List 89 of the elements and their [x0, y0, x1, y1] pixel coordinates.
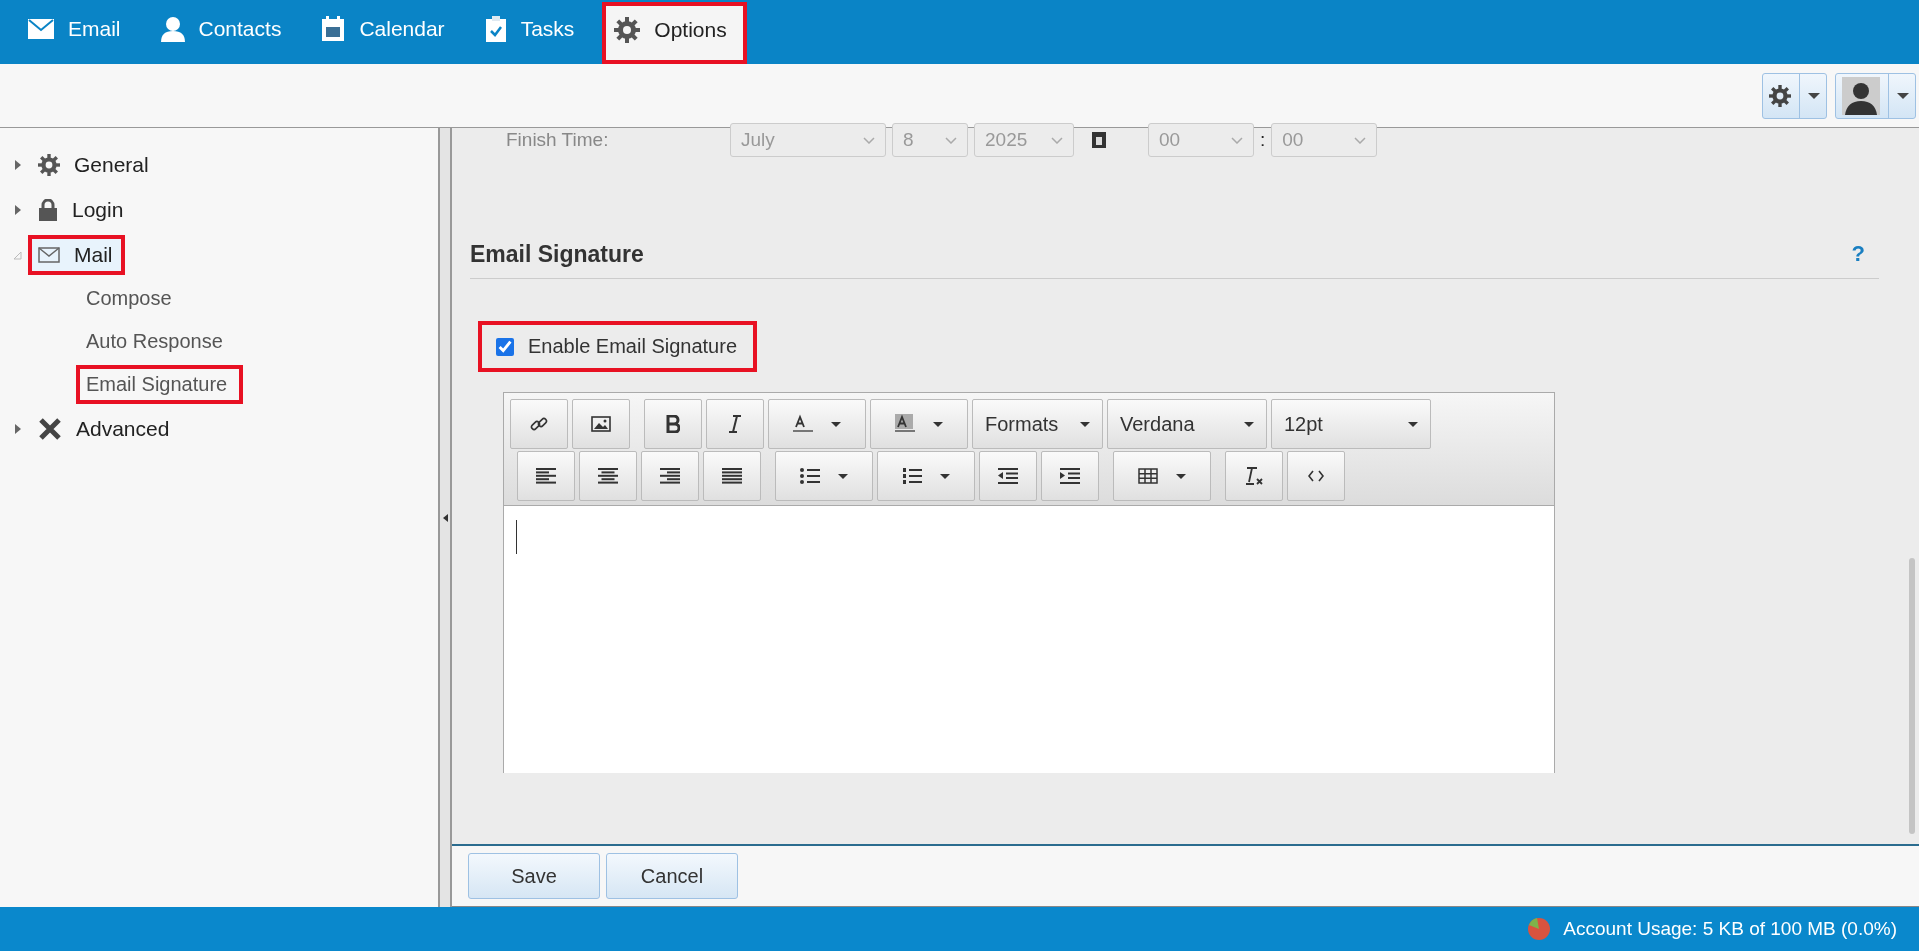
caret-icon [838, 473, 848, 479]
sidebar-item[interactable]: General [32, 148, 157, 181]
table-grid-icon [1138, 468, 1158, 484]
cancel-button[interactable]: Cancel [606, 853, 738, 899]
align-center-icon [598, 468, 618, 484]
gear-icon [614, 17, 641, 43]
font-size-dropdown[interactable]: 12pt [1271, 399, 1431, 449]
collapsed-arrow-icon[interactable] [14, 204, 22, 215]
caret-icon [1176, 473, 1186, 479]
bullet-list-icon [800, 468, 820, 484]
sidebar-subitem[interactable]: Compose [80, 283, 184, 314]
person-icon [160, 16, 185, 42]
clipboard-check-icon [484, 16, 507, 42]
highlight-color-button[interactable] [870, 399, 968, 449]
sidebar-item[interactable]: Advanced [32, 412, 178, 445]
padlock-icon [38, 198, 58, 221]
collapse-arrow-icon [442, 513, 448, 522]
envelope-icon [38, 246, 60, 263]
table-button[interactable] [1113, 451, 1211, 501]
justify-icon [722, 468, 742, 484]
align-left-button[interactable] [517, 451, 575, 501]
font-family-dropdown[interactable]: Verdana [1107, 399, 1267, 449]
indent-button[interactable] [1041, 451, 1099, 501]
scrollbar-thumb[interactable] [1909, 558, 1915, 834]
avatar-silhouette-icon [1842, 76, 1880, 115]
caret-icon [831, 421, 841, 427]
text-color-button[interactable] [768, 399, 866, 449]
field-label: Finish Time: [506, 129, 610, 151]
sidebar-item[interactable]: Login [32, 193, 132, 226]
link-button[interactable] [510, 399, 568, 449]
caret-icon [1408, 421, 1418, 427]
bold-icon [666, 415, 680, 433]
text-color-icon [793, 414, 813, 434]
caret-icon [1244, 421, 1254, 427]
bold-button[interactable] [644, 399, 702, 449]
formats-dropdown[interactable]: Formats [972, 399, 1103, 449]
caret-icon [1080, 421, 1090, 427]
chain-link-icon [530, 415, 548, 433]
picture-icon [591, 416, 611, 432]
code-brackets-icon [1308, 470, 1324, 482]
section-title: Email Signature [470, 240, 644, 268]
align-right-button[interactable] [641, 451, 699, 501]
clear-formatting-button[interactable] [1225, 451, 1283, 501]
align-right-icon [660, 468, 680, 484]
caret-icon [1897, 92, 1909, 99]
bullet-list-button[interactable] [775, 451, 873, 501]
image-button[interactable] [572, 399, 630, 449]
caret-icon [933, 421, 943, 427]
indent-icon [1060, 468, 1080, 484]
nav-tab[interactable]: Email [16, 0, 141, 64]
settings-icon [1769, 84, 1791, 107]
align-center-button[interactable] [579, 451, 637, 501]
help-link[interactable]: ? [1851, 241, 1865, 267]
italic-icon [728, 415, 742, 433]
user-menu-button[interactable] [1835, 72, 1916, 119]
pie-chart-icon [1527, 917, 1552, 941]
gear-icon [38, 153, 60, 176]
envelope-icon [28, 19, 54, 39]
numbered-list-icon [902, 468, 922, 484]
caret-icon [1808, 92, 1820, 99]
save-button[interactable]: Save [468, 853, 600, 899]
caret-icon [940, 473, 950, 479]
settings-menu-button[interactable] [1762, 72, 1827, 119]
numbered-list-button[interactable] [877, 451, 975, 501]
nav-tab[interactable]: Contacts [148, 0, 302, 64]
sidebar-subitem[interactable]: Auto Response [80, 326, 235, 357]
outdent-button[interactable] [979, 451, 1037, 501]
account-usage-text: Account Usage: 5 KB of 100 MB (0.0%) [1563, 918, 1897, 940]
calendar-icon [321, 16, 346, 42]
time-separator: : [1260, 129, 1266, 151]
align-left-icon [536, 468, 556, 484]
highlight-color-icon [895, 414, 915, 434]
chevron-icon [863, 136, 875, 144]
chevron-icon [1051, 136, 1063, 144]
enable-signature-checkbox[interactable] [496, 337, 514, 356]
italic-button[interactable] [706, 399, 764, 449]
clear-formatting-icon [1244, 466, 1264, 486]
nav-tab[interactable]: Options [602, 2, 747, 64]
outdent-icon [998, 468, 1018, 484]
chevron-icon [945, 136, 957, 144]
nav-tab[interactable]: Tasks [472, 0, 595, 64]
chevron-icon [1231, 136, 1243, 144]
nav-tab[interactable]: Calendar [309, 0, 465, 64]
checkbox-label: Enable Email Signature [528, 335, 737, 358]
text-cursor [516, 520, 517, 554]
collapsed-arrow-icon[interactable] [14, 423, 22, 434]
justify-button[interactable] [703, 451, 761, 501]
collapsed-arrow-icon[interactable] [14, 159, 22, 170]
chevron-icon [1354, 136, 1367, 144]
